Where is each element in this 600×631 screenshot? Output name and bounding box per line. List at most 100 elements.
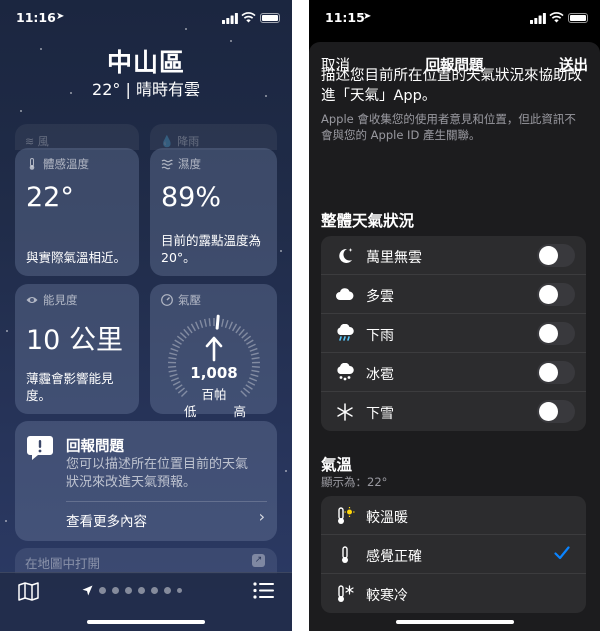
gauge-tick bbox=[243, 335, 252, 342]
wifi-icon bbox=[549, 12, 564, 23]
list-icon[interactable] bbox=[253, 582, 274, 599]
thermometer-icon bbox=[29, 158, 35, 170]
visibility-tile[interactable]: 能見度 10 公里 薄霾會影響能見度。 bbox=[15, 284, 139, 414]
temperature-row-warmer[interactable]: 較溫暖 bbox=[321, 496, 586, 535]
page-indicator[interactable] bbox=[82, 585, 182, 596]
page-dot bbox=[151, 587, 158, 594]
report-issue-card[interactable]: 回報問題 您可以描述所在位置目前的天氣狀況來改進天氣預報。 查看更多內容 › bbox=[15, 421, 277, 541]
gauge-icon bbox=[161, 294, 173, 306]
gauge-tick bbox=[170, 347, 179, 352]
gauge-tick bbox=[228, 321, 233, 330]
gauge-tick bbox=[224, 319, 229, 328]
home-indicator bbox=[87, 620, 205, 624]
visibility-value: 10 公里 bbox=[26, 325, 123, 356]
condition-row-snow[interactable]: 下雪 bbox=[321, 392, 586, 431]
gauge-tick bbox=[168, 357, 177, 360]
page-dot bbox=[164, 587, 171, 594]
cloud-rain-icon bbox=[337, 324, 354, 341]
intro-text: 描述您目前所在位置的天氣狀況來協助改進「天氣」App。 bbox=[321, 68, 582, 104]
gauge-tick bbox=[232, 323, 238, 332]
location-arrow-icon: ➤ bbox=[363, 11, 372, 22]
open-in-maps-label: 在地圖中打開 bbox=[25, 556, 101, 571]
gauge-tick bbox=[172, 343, 180, 349]
city-name: 中山區 bbox=[106, 48, 185, 77]
gauge-needle bbox=[215, 314, 220, 330]
pressure-rising-arrow-icon bbox=[205, 336, 223, 362]
rain-toggle[interactable] bbox=[537, 322, 575, 345]
battery-icon bbox=[260, 13, 280, 23]
gauge-tick bbox=[203, 318, 207, 327]
feels-like-tile[interactable]: 體感溫度 22° 與實際氣溫相近。 bbox=[15, 148, 139, 276]
checkmark-icon bbox=[554, 546, 570, 560]
external-link-icon: ↗ bbox=[252, 554, 265, 567]
cellular-signal-icon bbox=[222, 13, 238, 24]
battery-icon bbox=[568, 13, 588, 23]
gauge-tick bbox=[199, 319, 204, 328]
wind-label: 風 bbox=[37, 135, 49, 148]
page-dot bbox=[138, 587, 145, 594]
pressure-label: 氣壓 bbox=[178, 293, 201, 307]
page-dot bbox=[99, 587, 106, 594]
snow-toggle[interactable] bbox=[537, 400, 575, 423]
rain-tile-faded: 💧 降雨 bbox=[150, 124, 277, 150]
visibility-label: 能見度 bbox=[43, 293, 78, 307]
humidity-note: 目前的露點溫度為 20°。 bbox=[161, 233, 262, 265]
hail-toggle[interactable] bbox=[537, 361, 575, 384]
temperature-label: 較溫暖 bbox=[366, 510, 408, 526]
condition-row-hail[interactable]: 冰雹 bbox=[321, 353, 586, 392]
bottom-toolbar bbox=[0, 572, 292, 631]
pressure-gauge: 1,008 百帕 低 高 bbox=[164, 314, 264, 419]
open-in-maps-row[interactable]: 在地圖中打開 ↗ bbox=[15, 548, 277, 574]
temperature-row-right[interactable]: 感覺正確 bbox=[321, 535, 586, 574]
clear-toggle[interactable] bbox=[537, 244, 575, 267]
gauge-tick bbox=[238, 328, 245, 336]
temperature-row-colder[interactable]: 較寒冷 bbox=[321, 574, 586, 613]
pressure-tile[interactable]: 氣壓 1,008 百帕 低 高 bbox=[150, 284, 277, 419]
page-dot bbox=[112, 587, 119, 594]
cloudy-toggle[interactable] bbox=[537, 283, 575, 306]
condition-row-cloudy[interactable]: 多雲 bbox=[321, 275, 586, 314]
gauge-tick bbox=[248, 343, 256, 349]
chevron-right-icon: › bbox=[258, 507, 265, 526]
current-conditions: 22° | 晴時有雲 bbox=[92, 80, 200, 99]
condition-label: 下雨 bbox=[366, 328, 394, 344]
exclamation-bubble-icon bbox=[27, 436, 53, 460]
gauge-tick bbox=[190, 323, 196, 332]
wifi-icon bbox=[241, 12, 256, 23]
report-issue-sheet-screen: 11:15 ➤ 回報問題 取消 送出 描述您目前所在位置的天氣狀況來協助改進「天… bbox=[309, 0, 600, 631]
gauge-tick bbox=[195, 321, 200, 330]
gauge-tick bbox=[169, 352, 178, 356]
thermometer-snow-icon bbox=[338, 585, 354, 602]
gauge-tick bbox=[179, 332, 187, 339]
feels-like-note: 與實際氣溫相近。 bbox=[26, 250, 127, 265]
rain-label: 降雨 bbox=[177, 135, 200, 148]
thermometer-sun-icon bbox=[338, 507, 355, 524]
gauge-tick bbox=[221, 318, 225, 327]
gauge-tick bbox=[208, 318, 211, 327]
status-bar: 11:16 ➤ bbox=[0, 10, 292, 28]
conditions-header: 整體天氣狀況 bbox=[321, 212, 415, 230]
feels-like-value: 22° bbox=[26, 182, 74, 213]
location-arrow-icon: ➤ bbox=[56, 11, 65, 22]
temperature-displayed: 顯示為：22° bbox=[321, 475, 388, 489]
page-dot bbox=[125, 587, 132, 594]
gauge-tick bbox=[246, 339, 254, 345]
pressure-unit: 百帕 bbox=[201, 387, 227, 402]
humidity-tile[interactable]: 濕度 89% 目前的露點溫度為 20°。 bbox=[150, 148, 277, 276]
condition-row-clear[interactable]: 萬里無雲 bbox=[321, 236, 586, 275]
humidity-icon bbox=[161, 159, 173, 170]
cellular-signal-icon bbox=[530, 13, 546, 24]
moon-star-icon bbox=[339, 248, 353, 263]
snowflake-icon bbox=[337, 403, 353, 421]
weather-detail-screen: 11:16 ➤ 中山區 22° | 晴時有雲 ≋ 風 💧 降雨 體感溫度 22°… bbox=[0, 0, 292, 631]
report-divider bbox=[66, 501, 267, 502]
status-time: 11:16 bbox=[16, 10, 56, 25]
condition-row-rain[interactable]: 下雨 bbox=[321, 314, 586, 353]
eye-icon bbox=[26, 297, 38, 303]
gauge-tick bbox=[174, 339, 182, 345]
gauge-tick bbox=[241, 332, 249, 339]
page-dot bbox=[177, 588, 182, 593]
map-icon[interactable] bbox=[18, 582, 39, 601]
see-more-link[interactable]: 查看更多內容 bbox=[66, 510, 147, 530]
pressure-value: 1,008 bbox=[190, 364, 238, 382]
